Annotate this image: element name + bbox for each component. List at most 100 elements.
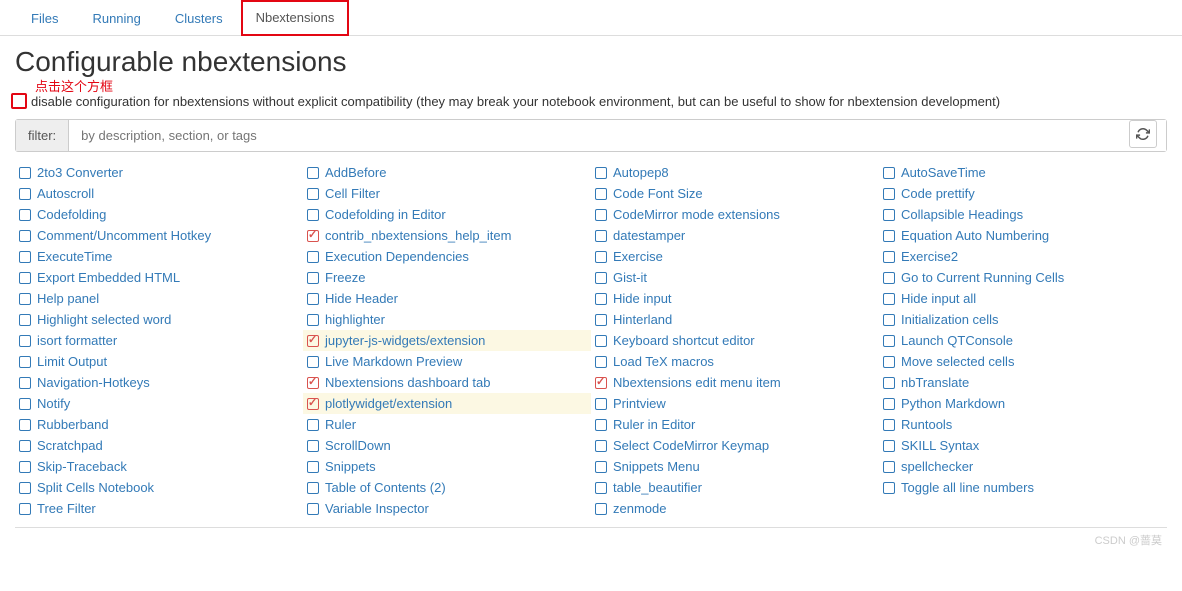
extension-checkbox[interactable] [19,272,31,284]
extension-item[interactable]: CodeMirror mode extensions [591,204,879,225]
extension-checkbox[interactable] [595,503,607,515]
extension-checkbox[interactable] [883,314,895,326]
extension-item[interactable]: Live Markdown Preview [303,351,591,372]
extension-checkbox[interactable] [883,440,895,452]
extension-item[interactable]: datestamper [591,225,879,246]
extension-checkbox[interactable] [595,335,607,347]
extension-item[interactable]: Printview [591,393,879,414]
refresh-button[interactable] [1129,120,1157,148]
extension-checkbox[interactable] [307,398,319,410]
extension-item[interactable]: Help panel [15,288,303,309]
extension-checkbox[interactable] [307,293,319,305]
extension-checkbox[interactable] [595,209,607,221]
extension-checkbox[interactable] [307,461,319,473]
extension-checkbox[interactable] [883,293,895,305]
extension-item[interactable]: Gist-it [591,267,879,288]
extension-item[interactable]: Export Embedded HTML [15,267,303,288]
extension-checkbox[interactable] [19,209,31,221]
extension-item[interactable]: Autoscroll [15,183,303,204]
extension-checkbox[interactable] [595,251,607,263]
extension-item[interactable]: Rubberband [15,414,303,435]
extension-checkbox[interactable] [19,461,31,473]
extension-item[interactable]: Nbextensions edit menu item [591,372,879,393]
tab-running[interactable]: Running [76,0,156,36]
extension-checkbox[interactable] [883,251,895,263]
extension-item[interactable]: Snippets Menu [591,456,879,477]
extension-item[interactable]: spellchecker [879,456,1167,477]
extension-item[interactable]: Skip-Traceback [15,456,303,477]
extension-checkbox[interactable] [307,230,319,242]
extension-checkbox[interactable] [595,314,607,326]
extension-item[interactable]: Toggle all line numbers [879,477,1167,498]
extension-checkbox[interactable] [883,377,895,389]
extension-item[interactable]: Go to Current Running Cells [879,267,1167,288]
extension-checkbox[interactable] [595,293,607,305]
extension-checkbox[interactable] [19,188,31,200]
extension-checkbox[interactable] [595,188,607,200]
extension-checkbox[interactable] [595,356,607,368]
extension-checkbox[interactable] [595,272,607,284]
extension-checkbox[interactable] [19,167,31,179]
extension-item[interactable]: 2to3 Converter [15,162,303,183]
extension-checkbox[interactable] [307,503,319,515]
extension-item[interactable]: Cell Filter [303,183,591,204]
extension-item[interactable]: Equation Auto Numbering [879,225,1167,246]
extension-item[interactable]: Exercise2 [879,246,1167,267]
extension-item[interactable]: Scratchpad [15,435,303,456]
extension-checkbox[interactable] [19,230,31,242]
extension-item[interactable]: zenmode [591,498,879,519]
extension-item[interactable]: Ruler in Editor [591,414,879,435]
tab-clusters[interactable]: Clusters [159,0,239,36]
extension-checkbox[interactable] [307,335,319,347]
extension-item[interactable]: Codefolding [15,204,303,225]
extension-checkbox[interactable] [883,230,895,242]
extension-item[interactable]: Code Font Size [591,183,879,204]
extension-item[interactable]: Execution Dependencies [303,246,591,267]
extension-checkbox[interactable] [883,272,895,284]
extension-item[interactable]: highlighter [303,309,591,330]
extension-item[interactable]: Launch QTConsole [879,330,1167,351]
extension-item[interactable]: Codefolding in Editor [303,204,591,225]
extension-checkbox[interactable] [883,335,895,347]
extension-checkbox[interactable] [595,461,607,473]
compat-checkbox[interactable] [11,93,27,109]
extension-checkbox[interactable] [595,230,607,242]
extension-checkbox[interactable] [595,440,607,452]
extension-checkbox[interactable] [19,503,31,515]
extension-checkbox[interactable] [595,419,607,431]
extension-item[interactable]: Ruler [303,414,591,435]
extension-item[interactable]: Autopep8 [591,162,879,183]
extension-checkbox[interactable] [307,188,319,200]
extension-item[interactable]: Exercise [591,246,879,267]
extension-item[interactable]: jupyter-js-widgets/extension [303,330,591,351]
extension-item[interactable]: contrib_nbextensions_help_item [303,225,591,246]
extension-item[interactable]: Hide input [591,288,879,309]
extension-item[interactable]: Select CodeMirror Keymap [591,435,879,456]
extension-checkbox[interactable] [595,167,607,179]
extension-checkbox[interactable] [595,398,607,410]
extension-item[interactable]: Highlight selected word [15,309,303,330]
extension-item[interactable]: Comment/Uncomment Hotkey [15,225,303,246]
extension-item[interactable]: Split Cells Notebook [15,477,303,498]
extension-item[interactable]: Tree Filter [15,498,303,519]
extension-checkbox[interactable] [307,440,319,452]
extension-item[interactable]: AddBefore [303,162,591,183]
extension-checkbox[interactable] [19,482,31,494]
extension-checkbox[interactable] [883,167,895,179]
extension-item[interactable]: Limit Output [15,351,303,372]
extension-item[interactable]: isort formatter [15,330,303,351]
extension-checkbox[interactable] [883,461,895,473]
extension-item[interactable]: Variable Inspector [303,498,591,519]
extension-checkbox[interactable] [19,314,31,326]
filter-input[interactable] [69,120,1166,151]
extension-item[interactable]: Load TeX macros [591,351,879,372]
extension-item[interactable]: Notify [15,393,303,414]
extension-item[interactable]: Code prettify [879,183,1167,204]
extension-item[interactable]: Hide Header [303,288,591,309]
extension-item[interactable]: ExecuteTime [15,246,303,267]
extension-checkbox[interactable] [883,188,895,200]
extension-checkbox[interactable] [19,398,31,410]
extension-checkbox[interactable] [19,251,31,263]
extension-checkbox[interactable] [307,482,319,494]
extension-item[interactable]: Hide input all [879,288,1167,309]
